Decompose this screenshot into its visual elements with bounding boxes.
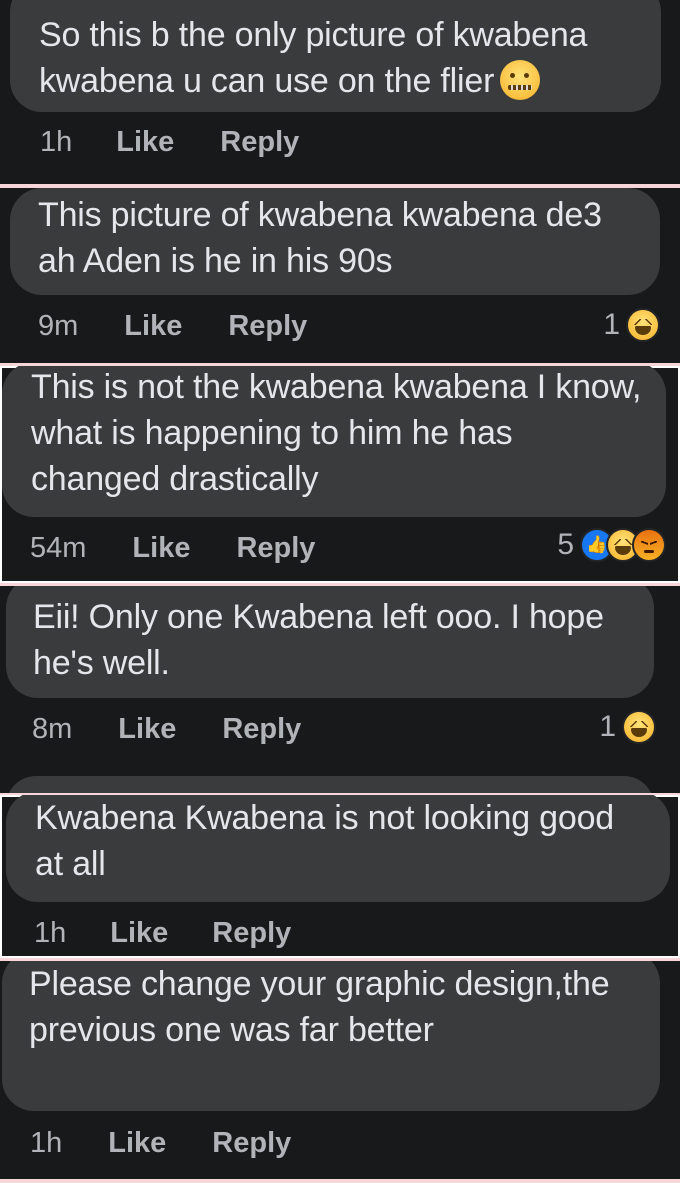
- comment-text: This is not the kwabena kwabena I know, …: [31, 368, 642, 498]
- reply-link[interactable]: Reply: [228, 310, 307, 343]
- reply-link[interactable]: Reply: [222, 713, 301, 746]
- comment-actions: 8m Like Reply: [32, 713, 301, 746]
- reaction-count: 1: [599, 710, 616, 743]
- comment-text: Kwabena Kwabena is not looking good at a…: [35, 799, 614, 883]
- like-link[interactable]: Like: [116, 126, 174, 159]
- haha-reaction-icon: [622, 710, 656, 744]
- reaction-count: 1: [603, 308, 620, 341]
- reaction-count: 5: [557, 528, 574, 561]
- comment-actions: 54m Like Reply: [30, 532, 315, 565]
- like-link[interactable]: Like: [108, 1127, 166, 1160]
- comment-timestamp: 1h: [40, 126, 73, 158]
- haha-reaction-icon: [626, 308, 660, 342]
- comment-actions: 1h Like Reply: [34, 917, 291, 950]
- reply-link[interactable]: Reply: [236, 532, 315, 565]
- angry-reaction-icon: [632, 528, 666, 562]
- reaction-summary[interactable]: 1: [603, 308, 660, 342]
- comment-bubble[interactable]: So this b the only picture of kwabena kw…: [10, 0, 661, 112]
- screenshot-collage: So this b the only picture of kwabena kw…: [0, 0, 680, 1183]
- comment-bubble[interactable]: This picture of kwabena kwabena de3 ah A…: [10, 188, 660, 295]
- comment-panel-3: This is not the kwabena kwabena I know, …: [0, 366, 680, 583]
- comment-panel-1: So this b the only picture of kwabena kw…: [0, 0, 680, 184]
- comment-bubble[interactable]: Please change your graphic design,the pr…: [2, 961, 660, 1111]
- comment-text: So this b the only picture of kwabena kw…: [39, 16, 588, 100]
- reaction-summary[interactable]: 1: [599, 710, 656, 744]
- reply-link[interactable]: Reply: [212, 1127, 291, 1160]
- comment-timestamp: 1h: [34, 917, 67, 949]
- comment-bubble[interactable]: Kwabena Kwabena is not looking good at a…: [6, 795, 670, 902]
- like-link[interactable]: Like: [110, 917, 168, 950]
- like-link[interactable]: Like: [124, 310, 182, 343]
- like-link[interactable]: Like: [118, 713, 176, 746]
- comment-timestamp: 9m: [38, 310, 79, 342]
- comment-text: Eii! Only one Kwabena left ooo. I hope h…: [33, 598, 604, 682]
- comment-actions: 1h Like Reply: [40, 126, 299, 159]
- comment-text: Please change your graphic design,the pr…: [29, 965, 610, 1049]
- comment-panel-6: Please change your graphic design,the pr…: [0, 961, 680, 1179]
- comment-bubble[interactable]: This is not the kwabena kwabena I know, …: [2, 366, 666, 517]
- reaction-summary[interactable]: 5: [557, 528, 666, 562]
- zipper-mouth-face-icon: [500, 60, 541, 100]
- comment-bubble[interactable]: Eii! Only one Kwabena left ooo. I hope h…: [6, 586, 654, 698]
- comment-text: This picture of kwabena kwabena de3 ah A…: [38, 196, 602, 280]
- reply-link[interactable]: Reply: [212, 917, 291, 950]
- reply-link[interactable]: Reply: [220, 126, 299, 159]
- like-link[interactable]: Like: [132, 532, 190, 565]
- comment-actions: 9m Like Reply: [38, 310, 307, 343]
- comment-timestamp: 8m: [32, 713, 73, 745]
- comment-panel-5: Kwabena Kwabena is not looking good at a…: [0, 795, 680, 958]
- comment-timestamp: 54m: [30, 532, 87, 564]
- comment-timestamp: 1h: [30, 1127, 63, 1159]
- comment-panel-2: This picture of kwabena kwabena de3 ah A…: [0, 188, 680, 363]
- comment-actions: 1h Like Reply: [30, 1127, 291, 1160]
- comment-panel-4: Eii! Only one Kwabena left ooo. I hope h…: [0, 586, 680, 793]
- next-comment-bubble-edge: [6, 776, 654, 793]
